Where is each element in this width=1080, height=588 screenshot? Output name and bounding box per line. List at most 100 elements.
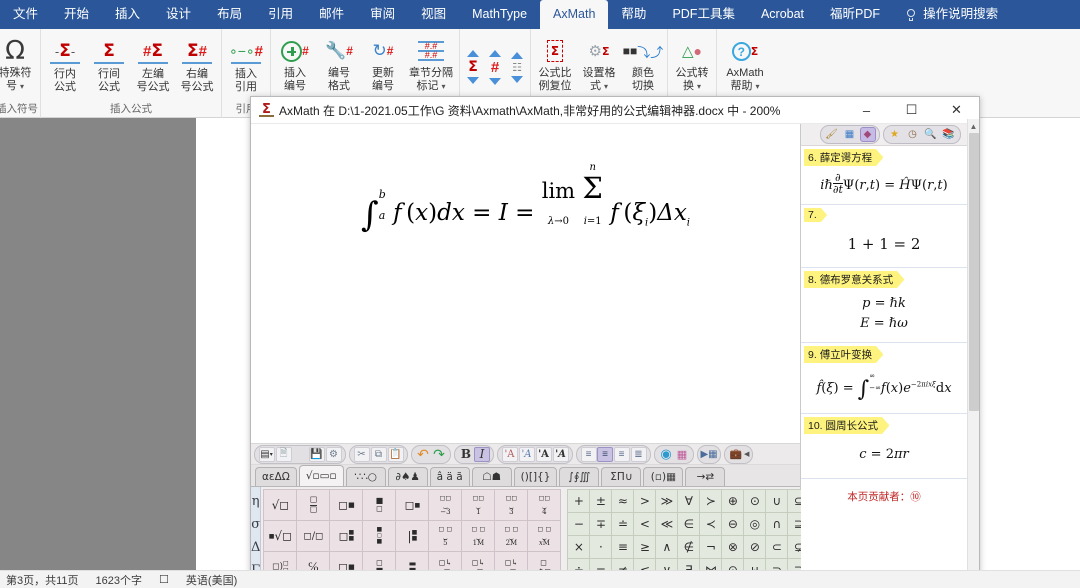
- op-odot-filled[interactable]: ⊙: [744, 490, 765, 512]
- nav-up-number-icon[interactable]: [489, 50, 501, 57]
- color-switch-button[interactable]: ■■⤵⤴ 颜色切换: [621, 32, 665, 93]
- color-wheel-icon[interactable]: ◉: [658, 447, 674, 462]
- tmpl-fraction[interactable]: ◻◻: [297, 490, 329, 520]
- palette-tab-integrals[interactable]: ∫∮∭: [559, 467, 599, 486]
- clock-icon[interactable]: ◷: [905, 127, 921, 142]
- align-center-icon[interactable]: ≡: [597, 447, 613, 462]
- books-icon[interactable]: 📚: [941, 127, 957, 142]
- palette-tab-accents[interactable]: â ä ã: [430, 467, 470, 486]
- undo-icon[interactable]: ↶: [415, 447, 431, 462]
- op-approx[interactable]: ≈: [612, 490, 633, 512]
- library-item[interactable]: 7. 1 + 1 = 2: [801, 205, 967, 268]
- prev-next-formula-group[interactable]: Σ: [462, 48, 484, 86]
- op-circledcirc[interactable]: ◎: [744, 513, 765, 535]
- section-break-button[interactable]: #.# #.# 章节分隔标记 ▾: [405, 32, 457, 93]
- star-icon[interactable]: ★: [887, 127, 903, 142]
- ribbon-tab-sheji[interactable]: 设计: [153, 0, 204, 29]
- axmath-titlebar[interactable]: Σ AxMath 在 D:\1-2021.05工作\G 资料\Axmath\Ax…: [251, 97, 979, 124]
- ribbon-tab-shitu[interactable]: 视图: [408, 0, 459, 29]
- nav-up-formula-icon[interactable]: [467, 50, 479, 57]
- status-word-count[interactable]: 1623个字: [96, 572, 142, 588]
- font-style-a4-icon[interactable]: 'A: [553, 447, 569, 462]
- formula-convert-button[interactable]: △● 公式转换 ▾: [670, 32, 714, 93]
- font-style-a1-icon[interactable]: 'A: [502, 447, 518, 462]
- palette-tab-calculus[interactable]: ∂♠♟: [388, 467, 428, 486]
- redo-icon[interactable]: ↷: [431, 447, 447, 462]
- font-style-a2-icon[interactable]: 'A: [519, 447, 535, 462]
- palette-tab-matrices[interactable]: (▫)▦: [643, 467, 683, 486]
- ribbon-tab-wenjian[interactable]: 文件: [0, 0, 51, 29]
- nav-up-section-icon[interactable]: [511, 52, 523, 59]
- update-number-button[interactable]: ↻# 更新编号: [361, 32, 405, 93]
- op-succeeds[interactable]: ≻: [700, 490, 721, 512]
- ribbon-tab-kaishi[interactable]: 开始: [51, 0, 102, 29]
- font-style-a3-icon[interactable]: 'A: [536, 447, 552, 462]
- nav-down-formula-icon[interactable]: [467, 77, 479, 84]
- op-and[interactable]: ∧: [656, 536, 677, 558]
- tmpl-slash-fraction[interactable]: ◻/◻: [297, 521, 329, 551]
- nav-down-number-icon[interactable]: [489, 78, 501, 85]
- tmpl-underbrace-2m[interactable]: ◻ ◻⏟2M: [495, 521, 527, 551]
- status-page-count[interactable]: 第3页，共11页: [6, 572, 79, 588]
- tmpl-over-under[interactable]: ■◻■: [363, 521, 395, 551]
- ribbon-tab-youjian[interactable]: 邮件: [306, 0, 357, 29]
- tmpl-bar-subsup[interactable]: |■■: [396, 521, 428, 551]
- matrix-icon[interactable]: ▶▦: [701, 447, 717, 462]
- tmpl-underbrace-xm[interactable]: ◻ ◻⏟xM: [528, 521, 560, 551]
- tmpl-underbrace-4[interactable]: ◻◻⏟4: [528, 490, 560, 520]
- cut-icon[interactable]: ✂: [354, 447, 370, 462]
- ribbon-tab-foxit-pdf[interactable]: 福昕PDF: [817, 0, 893, 29]
- tmpl-nth-root[interactable]: ■√◻: [264, 521, 296, 551]
- op-not[interactable]: ¬: [700, 536, 721, 558]
- ribbon-tab-shenyue[interactable]: 审阅: [357, 0, 408, 29]
- set-format-button[interactable]: ⚙Σ 设置格式 ▾: [577, 32, 621, 93]
- palette-tab-brackets-deco[interactable]: ☖☗: [472, 467, 512, 486]
- op-forall[interactable]: ∀: [678, 490, 699, 512]
- left-numbered-formula-button[interactable]: #Σ 左编号公式: [131, 32, 175, 94]
- tmpl-subsup-stack[interactable]: ◻■■: [330, 521, 362, 551]
- inline-formula-button[interactable]: -Σ- 行内公式: [43, 32, 87, 94]
- grid-icon[interactable]: ▦: [842, 127, 858, 142]
- search-icon[interactable]: 🔍: [923, 127, 939, 142]
- greek-sigma[interactable]: σ: [251, 513, 260, 536]
- op-doteq[interactable]: ≐: [612, 513, 633, 535]
- op-otimes[interactable]: ⊗: [722, 536, 743, 558]
- palette-tab-brackets[interactable]: ()[]{}: [514, 467, 558, 486]
- op-times[interactable]: ×: [568, 536, 589, 558]
- op-cdot[interactable]: ·: [590, 536, 611, 558]
- tmpl-subsup-right[interactable]: ◻■: [396, 490, 428, 520]
- prev-next-section-group[interactable]: ☷: [506, 50, 528, 85]
- op-greater[interactable]: >: [634, 490, 655, 512]
- formula-library-list[interactable]: 6. 薛定谔方程 iℏ∂∂tΨ(r,t) = ĤΨ(r,t) 7. 1 + 1 …: [801, 146, 979, 588]
- align-right-icon[interactable]: ≡: [614, 447, 630, 462]
- align-left-icon[interactable]: ≡: [581, 447, 597, 462]
- toolbox-icon[interactable]: 💼: [728, 447, 744, 462]
- op-intersection[interactable]: ∩: [766, 513, 787, 535]
- special-symbol-button[interactable]: Ω 特殊符号 ▾: [0, 32, 34, 93]
- palette-tab-bigops[interactable]: ΣΠ∪: [601, 467, 641, 486]
- settings-gear-icon[interactable]: ⚙: [326, 447, 342, 462]
- number-format-button[interactable]: 🔧# 编号格式: [317, 32, 361, 93]
- paste-icon[interactable]: 📋: [388, 447, 404, 462]
- ribbon-tab-buju[interactable]: 布局: [204, 0, 255, 29]
- brush-icon[interactable]: 🖌: [824, 127, 840, 142]
- copy-icon[interactable]: ⧉: [371, 447, 387, 462]
- op-elementof[interactable]: ∈: [678, 513, 699, 535]
- align-custom-icon[interactable]: ≣: [631, 447, 647, 462]
- insert-reference-button[interactable]: ∘−∘# 插入引用: [224, 32, 268, 94]
- op-ominus[interactable]: ⊖: [722, 513, 743, 535]
- tmpl-underbrace-5[interactable]: ◻ ◻⏟5: [429, 521, 461, 551]
- insert-number-button[interactable]: # 插入编号: [273, 32, 317, 93]
- ribbon-tab-bangzhu[interactable]: 帮助: [608, 0, 659, 29]
- op-less[interactable]: <: [634, 513, 655, 535]
- op-oslash[interactable]: ⊘: [744, 536, 765, 558]
- maximize-button[interactable]: ☐: [889, 97, 934, 124]
- palette-tab-arrows[interactable]: →⇄: [685, 467, 725, 486]
- status-proofing-icon[interactable]: ☐: [159, 573, 169, 586]
- op-union[interactable]: ∪: [766, 490, 787, 512]
- prev-next-number-group[interactable]: #: [484, 48, 506, 87]
- right-numbered-formula-button[interactable]: Σ# 右编号公式: [175, 32, 219, 94]
- axmath-help-button[interactable]: ?Σ AxMath帮助 ▾: [719, 32, 771, 93]
- ribbon-tab-axmath[interactable]: AxMath: [540, 0, 608, 29]
- tmpl-underbrace-1m[interactable]: ◻ ◻⏟1M: [462, 521, 494, 551]
